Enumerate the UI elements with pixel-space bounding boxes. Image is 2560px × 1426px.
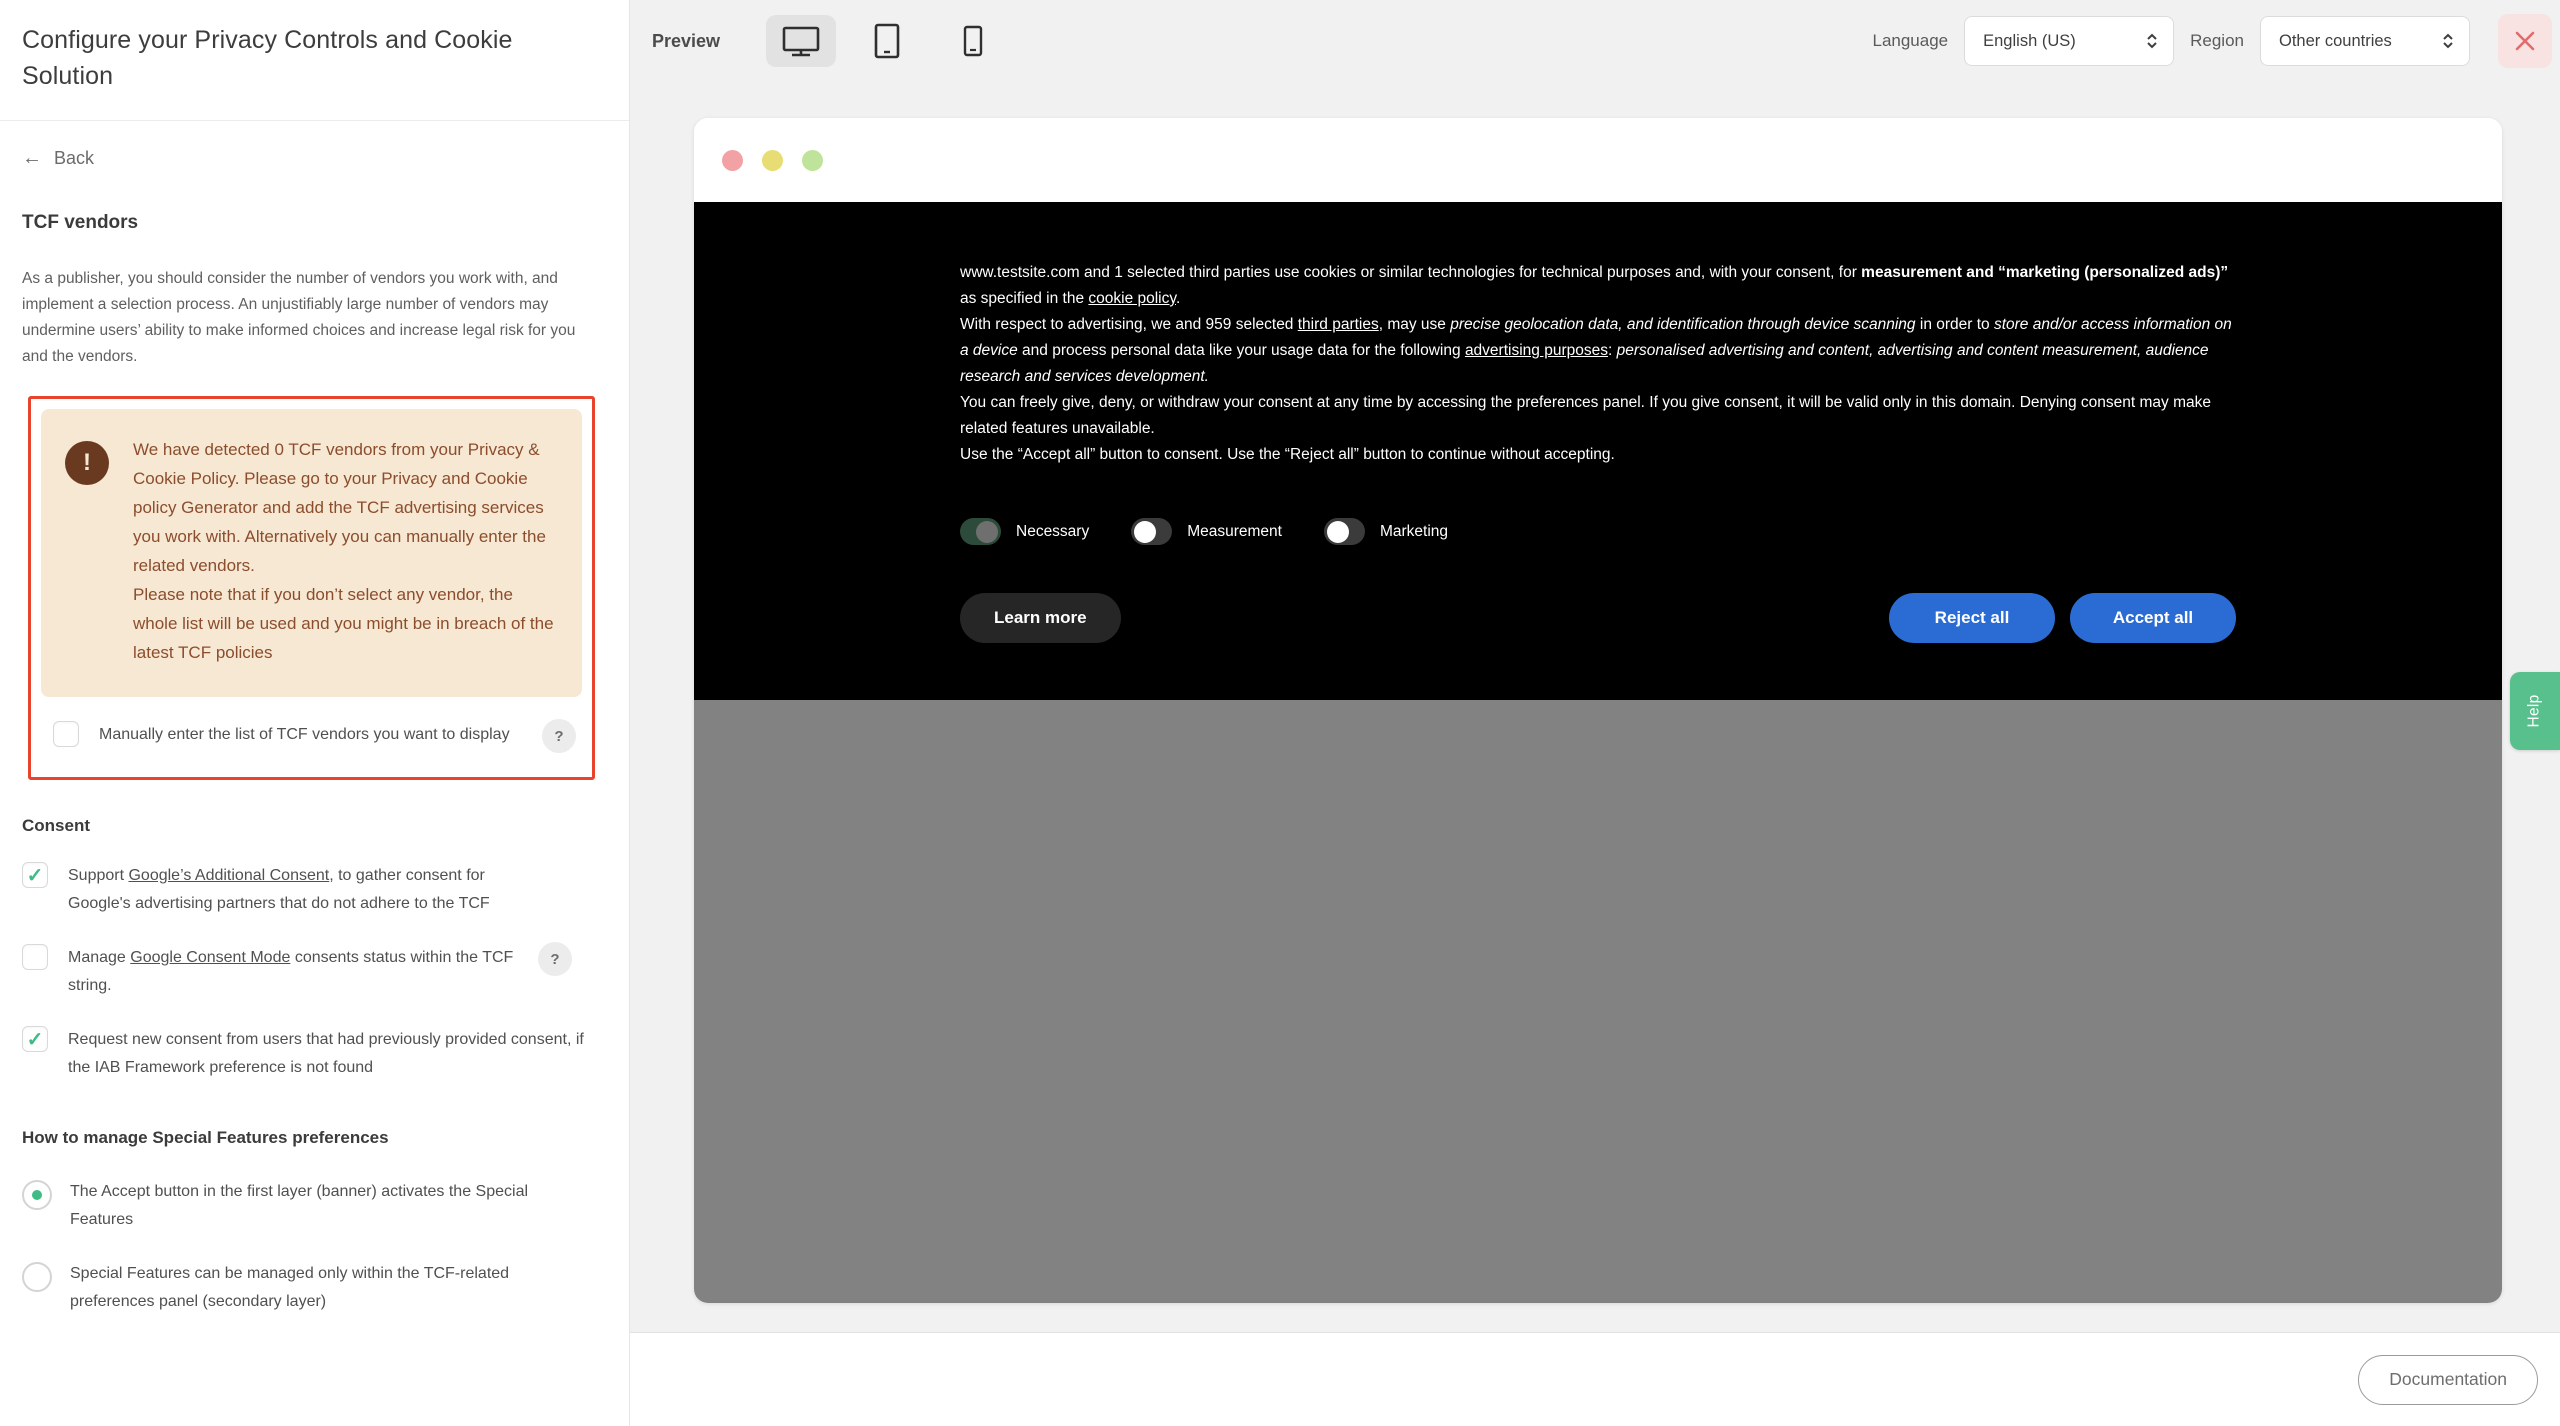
help-tab-label: Help (2526, 694, 2544, 727)
warning-line-1: We have detected 0 TCF vendors from your… (133, 435, 556, 580)
measurement-toggle-label: Measurement (1187, 523, 1282, 541)
help-tab[interactable]: Help (2510, 672, 2560, 750)
cookie-banner: www.testsite.com and 1 selected third pa… (694, 202, 2502, 700)
sidebar-header: Configure your Privacy Controls and Cook… (0, 0, 629, 121)
close-icon (2514, 30, 2536, 52)
marketing-toggle-label: Marketing (1380, 523, 1448, 541)
manual-vendors-checkbox[interactable] (53, 721, 79, 747)
warning-text: We have detected 0 TCF vendors from your… (133, 435, 556, 667)
consent-mode-checkbox[interactable] (22, 944, 48, 970)
warning-line-2: Please note that if you don’t select any… (133, 580, 556, 667)
learn-more-button[interactable]: Learn more (960, 593, 1121, 643)
secondary-layer-radio[interactable] (22, 1262, 52, 1292)
consent-mode-label[interactable]: Manage Google Consent Mode consents stat… (68, 944, 518, 1000)
banner-paragraph-4: Use the “Accept all” button to consent. … (960, 442, 2236, 468)
consent-heading: Consent (22, 816, 609, 836)
desktop-icon (782, 25, 820, 57)
reject-all-button[interactable]: Reject all (1889, 593, 2055, 643)
device-switcher (766, 15, 1008, 67)
tcf-vendors-heading: TCF vendors (22, 212, 609, 234)
additional-consent-checkbox[interactable]: ✓ (22, 862, 48, 888)
check-icon: ✓ (27, 1027, 44, 1052)
traffic-light-yellow (762, 150, 783, 171)
region-select[interactable]: Other countries (2260, 16, 2470, 66)
special-features-option-1: The Accept button in the first layer (ba… (22, 1178, 609, 1234)
back-label: Back (54, 148, 94, 169)
manual-vendors-help-icon[interactable]: ? (542, 719, 576, 753)
device-tablet-button[interactable] (852, 15, 922, 67)
consent-row-additional-consent: ✓ Support Google’s Additional Consent, t… (22, 862, 609, 918)
page-title: Configure your Privacy Controls and Cook… (22, 22, 605, 94)
language-label: Language (1872, 31, 1948, 51)
purpose-toggles: Necessary Measurement Marketing (960, 518, 2236, 545)
select-arrows-icon (2441, 32, 2455, 50)
new-consent-label[interactable]: Request new consent from users that had … (68, 1026, 588, 1082)
config-sidebar: Configure your Privacy Controls and Cook… (0, 0, 630, 1426)
tablet-icon (874, 23, 900, 59)
banner-paragraph-2: With respect to advertising, we and 959 … (960, 312, 2236, 390)
tcf-vendors-description: As a publisher, you should consider the … (22, 266, 582, 370)
manual-vendors-row: Manually enter the list of TCF vendors y… (41, 711, 582, 767)
check-icon: ✓ (27, 863, 44, 888)
consent-row-consent-mode: Manage Google Consent Mode consents stat… (22, 944, 609, 1000)
marketing-toggle[interactable] (1324, 518, 1365, 545)
traffic-light-green (802, 150, 823, 171)
language-value: English (US) (1983, 32, 2076, 51)
close-preview-button[interactable] (2498, 14, 2552, 68)
browser-chrome-bar (694, 118, 2502, 202)
manual-vendors-label[interactable]: Manually enter the list of TCF vendors y… (99, 721, 522, 749)
preview-label: Preview (652, 31, 720, 52)
documentation-button[interactable]: Documentation (2358, 1355, 2538, 1405)
cookie-banner-text: www.testsite.com and 1 selected third pa… (960, 260, 2236, 468)
tcf-warning-highlight: ! We have detected 0 TCF vendors from yo… (28, 396, 595, 780)
accept-activates-label[interactable]: The Accept button in the first layer (ba… (70, 1178, 590, 1234)
region-label: Region (2190, 31, 2244, 51)
additional-consent-label[interactable]: Support Google’s Additional Consent, to … (68, 862, 548, 918)
banner-paragraph-1: www.testsite.com and 1 selected third pa… (960, 260, 2236, 312)
back-arrow-icon: ← (22, 147, 42, 170)
tcf-warning-box: ! We have detected 0 TCF vendors from yo… (41, 409, 582, 697)
device-phone-button[interactable] (938, 15, 1008, 67)
preview-area: www.testsite.com and 1 selected third pa… (630, 82, 2560, 1332)
consent-mode-help-icon[interactable]: ? (538, 942, 572, 976)
footer-bar: Documentation (630, 1332, 2560, 1426)
new-consent-checkbox[interactable]: ✓ (22, 1026, 48, 1052)
secondary-layer-label[interactable]: Special Features can be managed only wit… (70, 1260, 590, 1316)
warning-icon: ! (65, 441, 109, 485)
accept-activates-radio[interactable] (22, 1180, 52, 1210)
necessary-toggle-label: Necessary (1016, 523, 1089, 541)
consent-row-new-consent: ✓ Request new consent from users that ha… (22, 1026, 609, 1082)
locale-controls: Language English (US) Region Other count… (1872, 14, 2560, 68)
necessary-toggle[interactable] (960, 518, 1001, 545)
device-desktop-button[interactable] (766, 15, 836, 67)
select-arrows-icon (2145, 32, 2159, 50)
banner-paragraph-3: You can freely give, deny, or withdraw y… (960, 390, 2236, 442)
browser-preview-window: www.testsite.com and 1 selected third pa… (694, 118, 2502, 1303)
special-features-heading: How to manage Special Features preferenc… (22, 1128, 609, 1148)
traffic-light-red (722, 150, 743, 171)
preview-page-body (694, 700, 2502, 1303)
region-value: Other countries (2279, 32, 2392, 51)
language-select[interactable]: English (US) (1964, 16, 2174, 66)
special-features-option-2: Special Features can be managed only wit… (22, 1260, 609, 1316)
preview-topbar: Preview Language English (US) Region (630, 0, 2560, 82)
back-button[interactable]: ← Back (0, 121, 629, 170)
toggle-item-measurement: Measurement (1131, 518, 1282, 545)
accept-all-button[interactable]: Accept all (2070, 593, 2236, 643)
toggle-item-marketing: Marketing (1324, 518, 1448, 545)
toggle-item-necessary: Necessary (960, 518, 1089, 545)
measurement-toggle[interactable] (1131, 518, 1172, 545)
phone-icon (963, 25, 983, 57)
